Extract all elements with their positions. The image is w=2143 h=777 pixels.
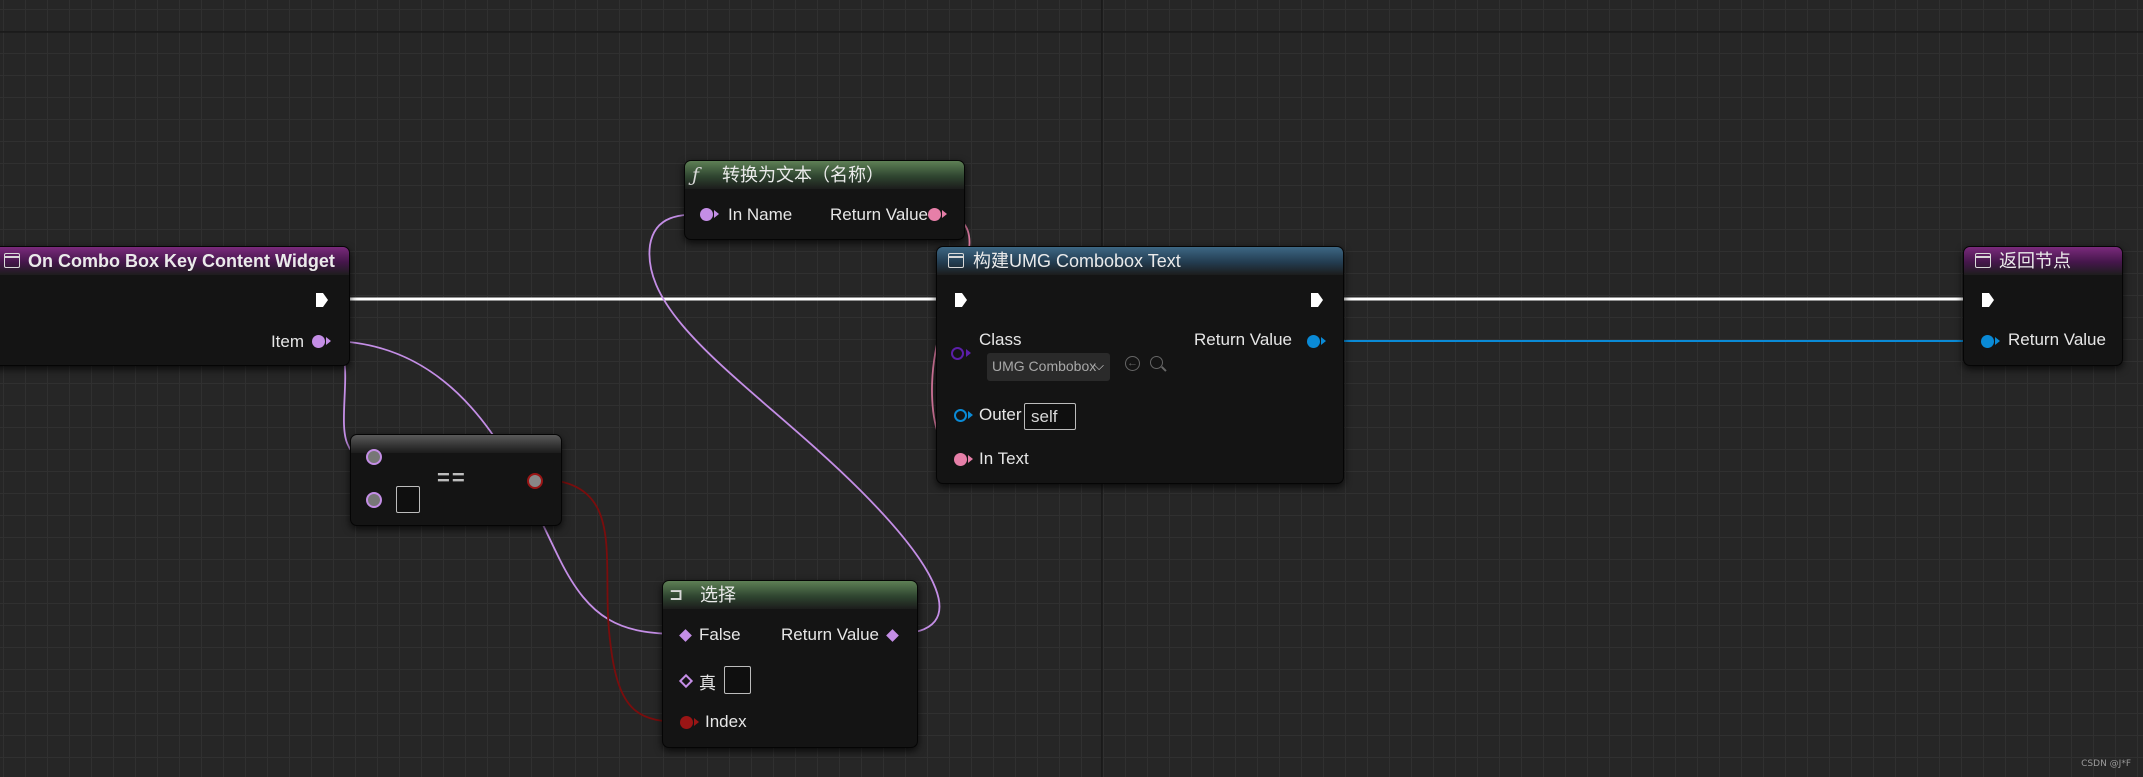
select-return-pin[interactable]: [886, 629, 899, 642]
return-node-title: 返回节点: [1999, 251, 2071, 271]
class-dropdown[interactable]: UMG Combobox ⌵: [987, 353, 1110, 381]
class-pin-arrow: [966, 349, 971, 357]
return-value-pin-arrow: [1995, 337, 2000, 345]
return-exec-in-pin[interactable]: [1981, 292, 1995, 308]
index-pin-label: Index: [705, 712, 747, 731]
true-pin[interactable]: [678, 673, 694, 689]
equal-input-a-pin[interactable]: [366, 449, 382, 465]
to-text-node-header[interactable]: ƒ 转换为文本（名称）: [685, 161, 964, 189]
return-value-label: Return Value: [2008, 330, 2106, 349]
outer-pin-label: Outer: [979, 405, 1022, 424]
construct-node-title: 构建UMG Combobox Text: [973, 251, 1181, 271]
return-node[interactable]: 返回节点 Return Value: [1963, 246, 2123, 366]
item-pin-arrow: [326, 337, 331, 345]
select-node[interactable]: ⊐ 选择 False Return Value 真 Index: [662, 580, 918, 748]
to-text-node[interactable]: ƒ 转换为文本（名称） In Name Return Value: [684, 160, 965, 240]
class-dropdown-value: UMG Combobox: [992, 358, 1097, 374]
to-text-return-arrow: [942, 210, 947, 218]
return-node-header[interactable]: 返回节点: [1964, 247, 2122, 275]
construct-exec-out-pin[interactable]: [1310, 292, 1324, 308]
equal-operator: ==: [437, 465, 467, 490]
to-text-node-title: 转换为文本（名称）: [722, 165, 884, 185]
event-icon: [4, 253, 20, 268]
construct-node-header[interactable]: 构建UMG Combobox Text: [937, 247, 1343, 275]
function-icon: ƒ: [692, 164, 700, 186]
construct-node[interactable]: 构建UMG Combobox Text Class UMG Combobox ⌵…: [936, 246, 1344, 484]
item-pin-label: Item: [270, 332, 304, 351]
chevron-down-icon: ⌵: [1094, 358, 1104, 373]
outer-self-value: self: [1031, 407, 1058, 426]
false-pin-label: False: [699, 625, 741, 644]
construct-exec-in-pin[interactable]: [954, 292, 968, 308]
construct-return-pin[interactable]: [1307, 335, 1320, 348]
outer-pin[interactable]: [954, 409, 967, 422]
to-text-return-label: Return Value: [830, 205, 928, 224]
class-pin-label: Class: [979, 330, 1022, 349]
construct-return-label: Return Value: [1194, 330, 1292, 349]
index-pin[interactable]: [680, 716, 693, 729]
construct-return-arrow: [1321, 337, 1326, 345]
event-node-title: On Combo Box Key Content Widget: [28, 251, 335, 271]
equal-node[interactable]: ==: [350, 434, 562, 526]
in-text-pin[interactable]: [954, 453, 967, 466]
use-selected-icon[interactable]: ←: [1125, 356, 1140, 371]
select-node-header[interactable]: ⊐ 选择: [663, 581, 917, 609]
select-node-title: 选择: [700, 585, 736, 605]
blueprint-graph-canvas[interactable]: On Combo Box Key Content Widget Item ƒ 转…: [0, 0, 2143, 777]
true-value-field[interactable]: [724, 666, 751, 694]
browse-search-icon-handle: [1161, 366, 1167, 372]
equal-node-header[interactable]: [351, 435, 561, 453]
event-node[interactable]: On Combo Box Key Content Widget Item: [0, 246, 350, 366]
in-text-pin-arrow: [968, 455, 973, 463]
in-text-pin-label: In Text: [979, 449, 1029, 468]
exec-out-pin[interactable]: [315, 292, 329, 308]
outer-pin-arrow: [968, 411, 973, 419]
return-value-pin[interactable]: [1981, 335, 1994, 348]
in-name-pin-arrow: [714, 210, 719, 218]
watermark: CSDN @J*F: [2081, 759, 2131, 769]
construct-icon: [948, 253, 964, 268]
true-pin-label: 真: [699, 674, 716, 693]
equal-output-pin[interactable]: [527, 473, 543, 489]
equal-input-b-pin[interactable]: [366, 492, 382, 508]
name-wire-select-to-totext: [648, 213, 941, 635]
to-text-return-pin[interactable]: [928, 208, 941, 221]
in-name-pin[interactable]: [700, 208, 713, 221]
item-pin[interactable]: [312, 335, 325, 348]
in-name-pin-label: In Name: [728, 205, 793, 224]
select-icon: ⊐: [669, 585, 684, 605]
false-pin[interactable]: [679, 629, 692, 642]
return-icon: [1975, 253, 1991, 268]
outer-self-field[interactable]: self: [1024, 403, 1076, 430]
event-node-header[interactable]: On Combo Box Key Content Widget: [0, 247, 349, 275]
class-pin[interactable]: [951, 347, 964, 360]
equal-input-b-field[interactable]: [396, 486, 420, 513]
index-pin-arrow: [694, 718, 699, 726]
select-return-label: Return Value: [781, 625, 879, 644]
